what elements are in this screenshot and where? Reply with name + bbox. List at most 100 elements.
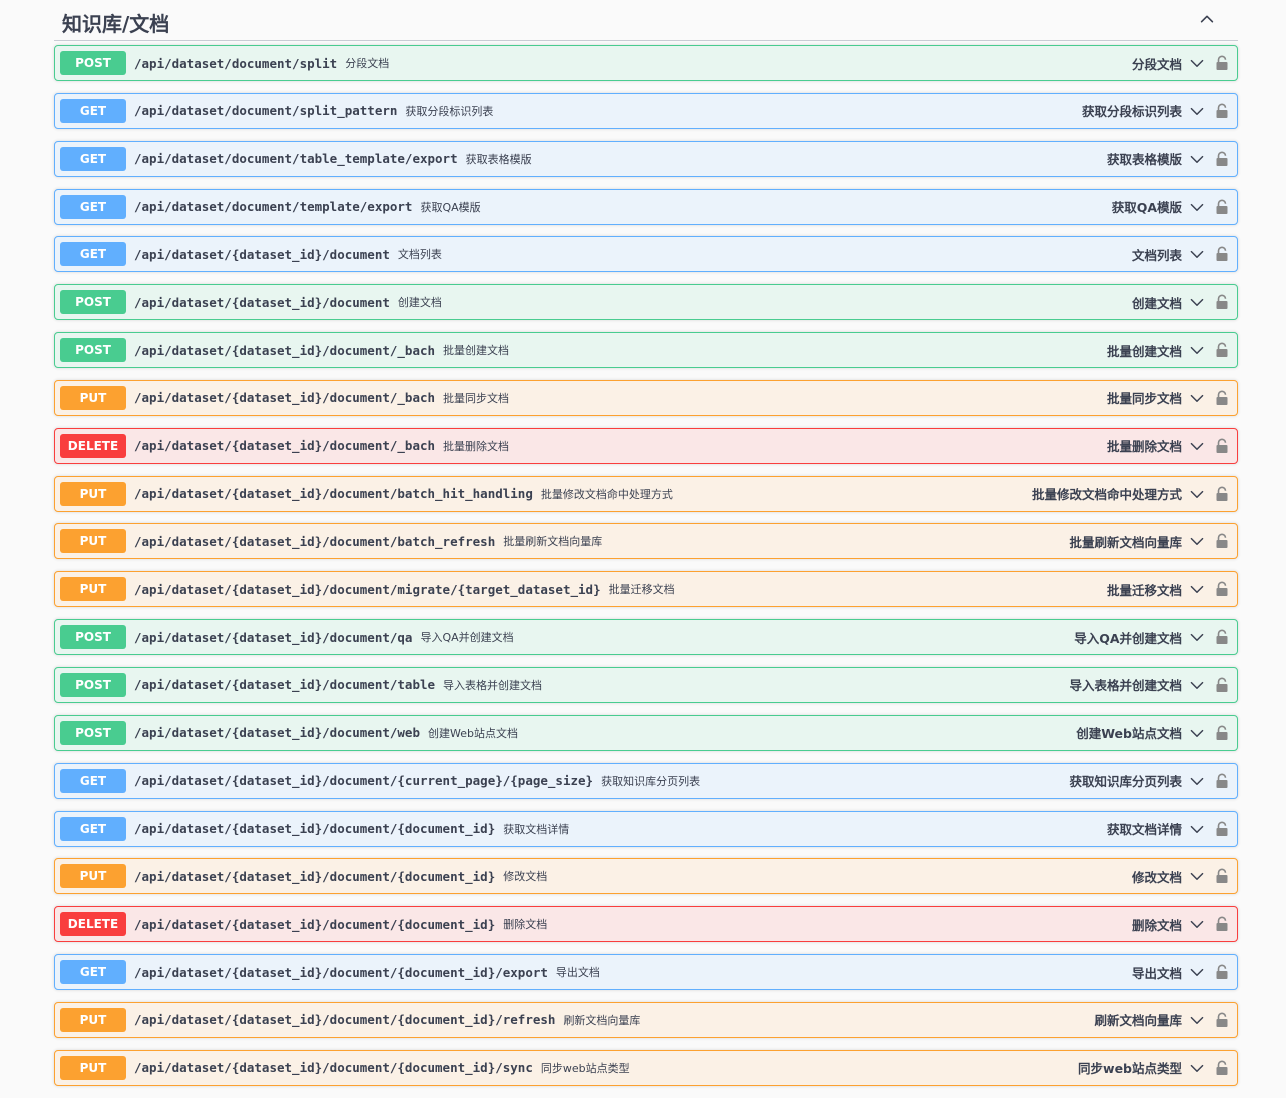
chevron-down-icon[interactable] [1189,868,1205,884]
method-badge: PUT [60,385,126,410]
operation-summary: 批量迁移文档 [1106,582,1182,598]
lock-icon[interactable] [1215,868,1229,884]
operation-summary: 批量刷新文档向量库 [1069,534,1182,550]
chevron-down-icon[interactable] [1189,821,1205,837]
operation-row-put[interactable]: PUT /api/dataset/{dataset_id}/document/{… [54,1001,1238,1038]
operation-row-post[interactable]: POST /api/dataset/{dataset_id}/document/… [54,666,1238,703]
operation-row-post[interactable]: POST /api/dataset/{dataset_id}/document/… [54,714,1238,751]
operation-row-get[interactable]: GET /api/dataset/document/template/expor… [54,188,1238,225]
operation-path: /api/dataset/document/split [134,55,338,71]
operation-path: /api/dataset/document/table_template/exp… [134,151,458,167]
chevron-down-icon[interactable] [1189,725,1205,741]
lock-icon[interactable] [1215,390,1229,406]
lock-icon[interactable] [1215,1012,1229,1028]
operation-description: 删除文档 [503,918,548,932]
chevron-down-icon[interactable] [1189,533,1205,549]
lock-icon[interactable] [1215,964,1229,980]
lock-icon[interactable] [1215,773,1229,789]
lock-icon[interactable] [1215,55,1229,71]
lock-icon[interactable] [1215,916,1229,932]
chevron-down-icon[interactable] [1189,581,1205,597]
operation-row-put[interactable]: PUT /api/dataset/{dataset_id}/document/m… [54,571,1238,608]
lock-icon[interactable] [1215,533,1229,549]
operation-path: /api/dataset/{dataset_id}/document/{docu… [134,916,496,932]
operation-description: 批量修改文档命中处理方式 [540,487,673,501]
operation-row-put[interactable]: PUT /api/dataset/{dataset_id}/document/b… [54,475,1238,512]
chevron-down-icon[interactable] [1189,103,1205,119]
operation-summary: 批量删除文档 [1106,439,1182,455]
operation-description: 导入表格并创建文档 [443,678,543,692]
chevron-down-icon[interactable] [1189,55,1205,71]
chevron-down-icon[interactable] [1189,390,1205,406]
operation-row-get[interactable]: GET /api/dataset/{dataset_id}/document/{… [54,810,1238,847]
operation-path: /api/dataset/{dataset_id}/document/_bach [134,342,436,358]
operation-row-delete[interactable]: DELETE /api/dataset/{dataset_id}/documen… [54,427,1238,464]
lock-icon[interactable] [1215,438,1229,454]
operation-row-put[interactable]: PUT /api/dataset/{dataset_id}/document/_… [54,379,1238,416]
operation-description: 导入QA并创建文档 [420,631,514,645]
chevron-down-icon[interactable] [1189,1012,1205,1028]
chevron-down-icon[interactable] [1189,294,1205,310]
section-header[interactable]: 知识库/文档 [54,0,1238,41]
lock-icon[interactable] [1215,342,1229,358]
method-badge: PUT [60,864,126,889]
chevron-down-icon[interactable] [1189,677,1205,693]
operation-description: 导出文档 [555,966,600,980]
operation-summary: 导入QA并创建文档 [1074,630,1182,646]
operation-row-post[interactable]: POST /api/dataset/document/split 分段文档 分段… [54,45,1238,81]
operation-row-get[interactable]: GET /api/dataset/{dataset_id}/document 文… [54,236,1238,273]
operation-summary: 刷新文档向量库 [1094,1013,1182,1029]
chevron-down-icon[interactable] [1189,486,1205,502]
lock-icon[interactable] [1215,677,1229,693]
operation-summary: 获取QA模版 [1111,200,1182,216]
chevron-down-icon[interactable] [1189,916,1205,932]
lock-icon[interactable] [1215,821,1229,837]
chevron-down-icon[interactable] [1189,438,1205,454]
lock-icon[interactable] [1215,294,1229,310]
operation-description: 获取知识库分页列表 [601,774,701,788]
lock-icon[interactable] [1215,486,1229,502]
operation-description: 获取QA模版 [420,200,481,214]
operation-path: /api/dataset/{dataset_id}/document [134,246,390,262]
lock-icon[interactable] [1215,629,1229,645]
method-badge: PUT [60,481,126,506]
operation-row-post[interactable]: POST /api/dataset/{dataset_id}/document/… [54,332,1238,369]
chevron-down-icon[interactable] [1189,773,1205,789]
chevron-down-icon[interactable] [1189,151,1205,167]
method-badge: GET [60,194,126,219]
operation-row-get[interactable]: GET /api/dataset/{dataset_id}/document/{… [54,762,1238,799]
lock-icon[interactable] [1215,151,1229,167]
operation-path: /api/dataset/{dataset_id}/document/qa [134,629,413,645]
operation-description: 分段文档 [345,57,390,70]
lock-icon[interactable] [1215,246,1229,262]
chevron-down-icon[interactable] [1189,246,1205,262]
operation-summary: 同步web站点类型 [1078,1061,1182,1077]
section-title: 知识库/文档 [62,12,170,36]
operation-row-get[interactable]: GET /api/dataset/document/split_pattern … [54,92,1238,129]
lock-icon[interactable] [1215,725,1229,741]
lock-icon[interactable] [1215,1060,1229,1076]
operation-row-get[interactable]: GET /api/dataset/{dataset_id}/document/{… [54,954,1238,991]
method-badge: DELETE [60,912,126,937]
operation-path: /api/dataset/{dataset_id}/document/web [134,725,420,741]
chevron-down-icon[interactable] [1189,199,1205,215]
lock-icon[interactable] [1215,103,1229,119]
chevron-down-icon[interactable] [1189,629,1205,645]
operation-path: /api/dataset/{dataset_id}/document [134,294,390,310]
operation-summary: 获取知识库分页列表 [1069,774,1182,790]
chevron-up-icon[interactable] [1198,10,1216,28]
operation-row-put[interactable]: PUT /api/dataset/{dataset_id}/document/{… [54,1049,1238,1086]
operation-row-put[interactable]: PUT /api/dataset/{dataset_id}/document/b… [54,523,1238,560]
operation-row-get[interactable]: GET /api/dataset/document/table_template… [54,140,1238,177]
chevron-down-icon[interactable] [1189,964,1205,980]
chevron-down-icon[interactable] [1189,342,1205,358]
lock-icon[interactable] [1215,199,1229,215]
operation-row-put[interactable]: PUT /api/dataset/{dataset_id}/document/{… [54,858,1238,895]
lock-icon[interactable] [1215,581,1229,597]
operation-row-post[interactable]: POST /api/dataset/{dataset_id}/document … [54,284,1238,321]
method-badge: GET [60,816,126,841]
operation-summary: 文档列表 [1131,247,1182,263]
operation-row-post[interactable]: POST /api/dataset/{dataset_id}/document/… [54,619,1238,656]
chevron-down-icon[interactable] [1189,1060,1205,1076]
operation-row-delete[interactable]: DELETE /api/dataset/{dataset_id}/documen… [54,906,1238,943]
